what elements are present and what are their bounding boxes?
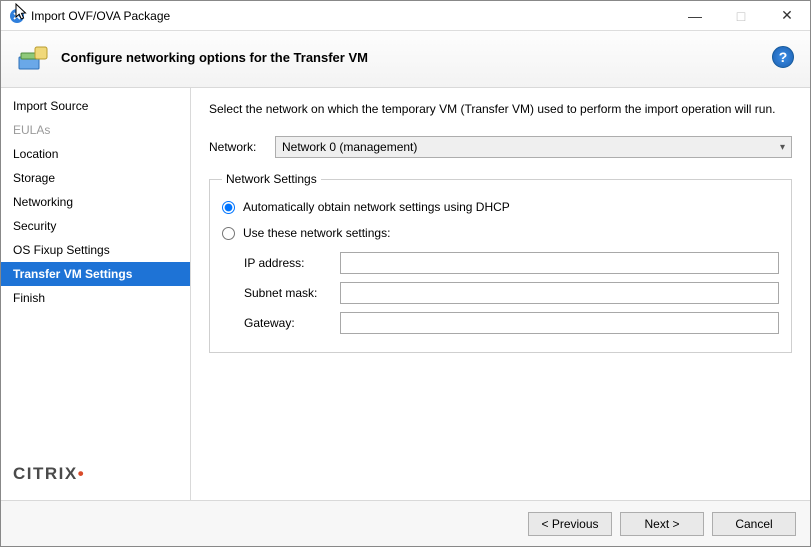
sidebar-item-transfer-vm-settings[interactable]: Transfer VM Settings	[1, 262, 190, 286]
chevron-down-icon: ▾	[780, 142, 785, 153]
mask-label: Subnet mask:	[244, 286, 330, 300]
next-button[interactable]: Next >	[620, 512, 704, 536]
radio-row-dhcp: Automatically obtain network settings us…	[222, 196, 779, 222]
gateway-label: Gateway:	[244, 316, 330, 330]
mask-input[interactable]	[340, 282, 779, 304]
wizard-icon	[17, 41, 49, 73]
titlebar: Import OVF/OVA Package — □ ✕	[1, 1, 810, 31]
help-button[interactable]: ?	[772, 46, 794, 68]
window-title: Import OVF/OVA Package	[31, 9, 170, 23]
close-button[interactable]: ✕	[764, 1, 810, 31]
sidebar-item-finish[interactable]: Finish	[1, 286, 190, 310]
sidebar-item-eulas: EULAs	[1, 118, 190, 142]
network-settings-legend: Network Settings	[222, 172, 321, 186]
sidebar-item-security[interactable]: Security	[1, 214, 190, 238]
radio-static-label[interactable]: Use these network settings:	[243, 226, 390, 240]
gateway-row: Gateway:	[244, 308, 779, 338]
app-icon	[9, 8, 25, 24]
radio-static[interactable]	[222, 227, 235, 240]
radio-dhcp[interactable]	[222, 201, 235, 214]
wizard-header: Configure networking options for the Tra…	[1, 31, 810, 88]
sidebar-item-location[interactable]: Location	[1, 142, 190, 166]
previous-button[interactable]: < Previous	[528, 512, 612, 536]
wizard-body: Import Source EULAs Location Storage Net…	[1, 88, 810, 500]
network-settings-fieldset: Network Settings Automatically obtain ne…	[209, 172, 792, 353]
ip-input[interactable]	[340, 252, 779, 274]
network-label: Network:	[209, 140, 265, 154]
sidebar-item-os-fixup[interactable]: OS Fixup Settings	[1, 238, 190, 262]
ip-label: IP address:	[244, 256, 330, 270]
page-description: Select the network on which the temporar…	[209, 102, 792, 116]
sidebar-item-storage[interactable]: Storage	[1, 166, 190, 190]
network-row: Network: Network 0 (management) ▾	[209, 136, 792, 158]
wizard-title: Configure networking options for the Tra…	[61, 50, 772, 65]
brand-logo: CITRIX•	[1, 454, 190, 500]
maximize-button: □	[718, 1, 764, 31]
radio-dhcp-label[interactable]: Automatically obtain network settings us…	[243, 200, 510, 214]
gateway-input[interactable]	[340, 312, 779, 334]
ip-row: IP address:	[244, 248, 779, 278]
radio-row-static: Use these network settings:	[222, 222, 779, 248]
wizard-footer: < Previous Next > Cancel	[1, 500, 810, 546]
sidebar-item-networking[interactable]: Networking	[1, 190, 190, 214]
sidebar-item-import-source[interactable]: Import Source	[1, 94, 190, 118]
minimize-button[interactable]: —	[672, 1, 718, 31]
mask-row: Subnet mask:	[244, 278, 779, 308]
network-select-value: Network 0 (management)	[282, 140, 417, 154]
wizard-sidebar: Import Source EULAs Location Storage Net…	[1, 88, 191, 500]
wizard-content: Select the network on which the temporar…	[191, 88, 810, 500]
cancel-button[interactable]: Cancel	[712, 512, 796, 536]
network-select[interactable]: Network 0 (management) ▾	[275, 136, 792, 158]
